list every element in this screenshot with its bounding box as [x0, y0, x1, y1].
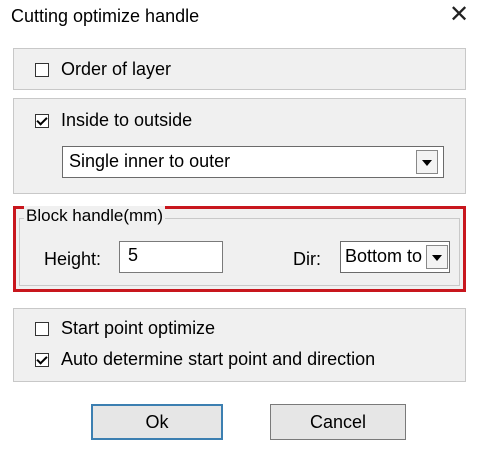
inside-to-outside-select-value: Single inner to outer — [69, 151, 231, 171]
auto-determine-checkbox[interactable] — [35, 352, 49, 367]
start-point-optimize-checkbox[interactable] — [35, 321, 49, 336]
start-point-optimize-label: Start point optimize — [61, 318, 216, 338]
auto-determine-row[interactable]: Auto determine start point and direction — [35, 349, 375, 370]
height-input-value: 5 — [128, 245, 139, 265]
block-handle-group: Block handle(mm) Height: 5 Dir: Bottom t… — [19, 206, 460, 286]
order-of-layer-row[interactable]: Order of layer — [35, 59, 171, 80]
block-handle-legend: Block handle(mm) — [24, 206, 165, 226]
dir-select-value: Bottom to — [345, 246, 423, 266]
chevron-down-icon[interactable] — [426, 245, 448, 269]
order-of-layer-label: Order of layer — [61, 59, 172, 79]
close-icon[interactable]: ✕ — [446, 2, 472, 28]
inside-to-outside-label: Inside to outside — [61, 110, 193, 130]
dir-label: Dir: — [293, 249, 321, 269]
inside-to-outside-checkbox[interactable] — [35, 113, 49, 128]
inside-to-outside-row[interactable]: Inside to outside — [35, 110, 192, 131]
cancel-button[interactable]: Cancel — [270, 404, 406, 440]
block-handle-highlight: Block handle(mm) Height: 5 Dir: Bottom t… — [13, 206, 466, 292]
ok-button[interactable]: Ok — [91, 404, 223, 440]
chevron-down-icon[interactable] — [416, 150, 438, 174]
height-label: Height: — [44, 249, 102, 269]
start-point-panel: Start point optimize Auto determine star… — [13, 308, 466, 382]
auto-determine-label: Auto determine start point and direction — [61, 349, 376, 369]
order-of-layer-panel: Order of layer — [13, 48, 466, 90]
start-point-optimize-row[interactable]: Start point optimize — [35, 318, 215, 339]
inside-to-outside-select[interactable]: Single inner to outer — [62, 146, 444, 178]
order-of-layer-checkbox[interactable] — [35, 62, 49, 77]
inside-to-outside-panel: Inside to outside Single inner to outer — [13, 98, 466, 194]
dir-select[interactable]: Bottom to — [340, 241, 450, 273]
height-input[interactable]: 5 — [119, 241, 223, 273]
dialog-title: Cutting optimize handle — [11, 6, 200, 26]
